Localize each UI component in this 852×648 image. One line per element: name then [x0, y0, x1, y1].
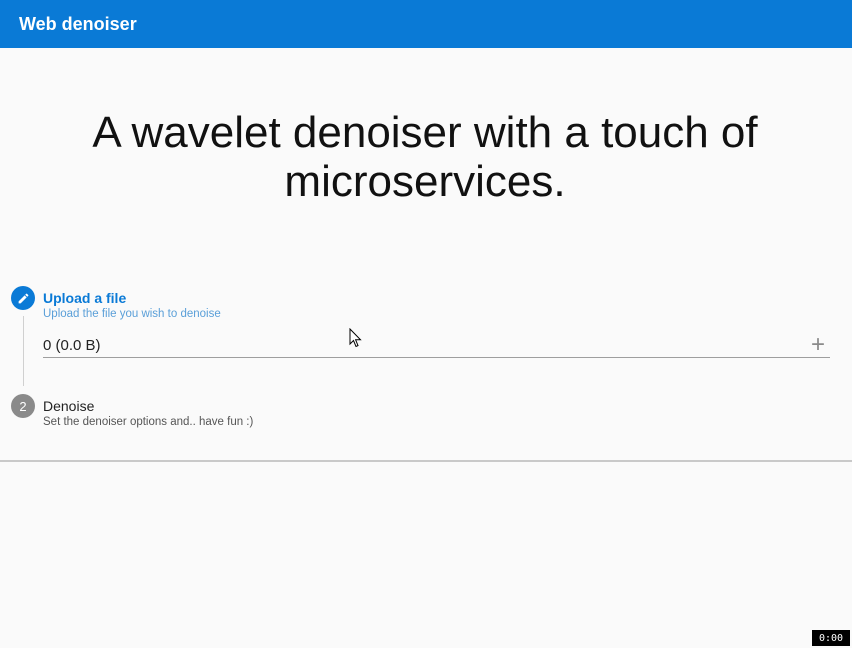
stepper: Upload a file Upload the file you wish t…: [0, 270, 852, 462]
step-connector: [23, 316, 24, 386]
step-2-indicator[interactable]: 2: [11, 394, 35, 418]
pencil-icon: [18, 293, 28, 303]
add-file-button[interactable]: +: [808, 333, 828, 357]
hero-heading: A wavelet denoiser with a touch of micro…: [92, 108, 758, 206]
step-2-title[interactable]: Denoise: [43, 398, 94, 414]
step-1-title[interactable]: Upload a file: [43, 290, 126, 306]
step-1-indicator[interactable]: [11, 286, 35, 310]
app-title: Web denoiser: [19, 13, 137, 34]
app-bar: Web denoiser: [0, 0, 852, 48]
file-input[interactable]: 0 (0.0 B) +: [43, 333, 830, 358]
step-2-subtitle: Set the denoiser options and.. have fun …: [43, 416, 254, 428]
step-1-subtitle: Upload the file you wish to denoise: [43, 308, 221, 320]
file-input-value: 0 (0.0 B): [43, 337, 101, 354]
mouse-cursor-icon: [349, 328, 362, 348]
recording-timer: 0:00: [812, 630, 850, 646]
